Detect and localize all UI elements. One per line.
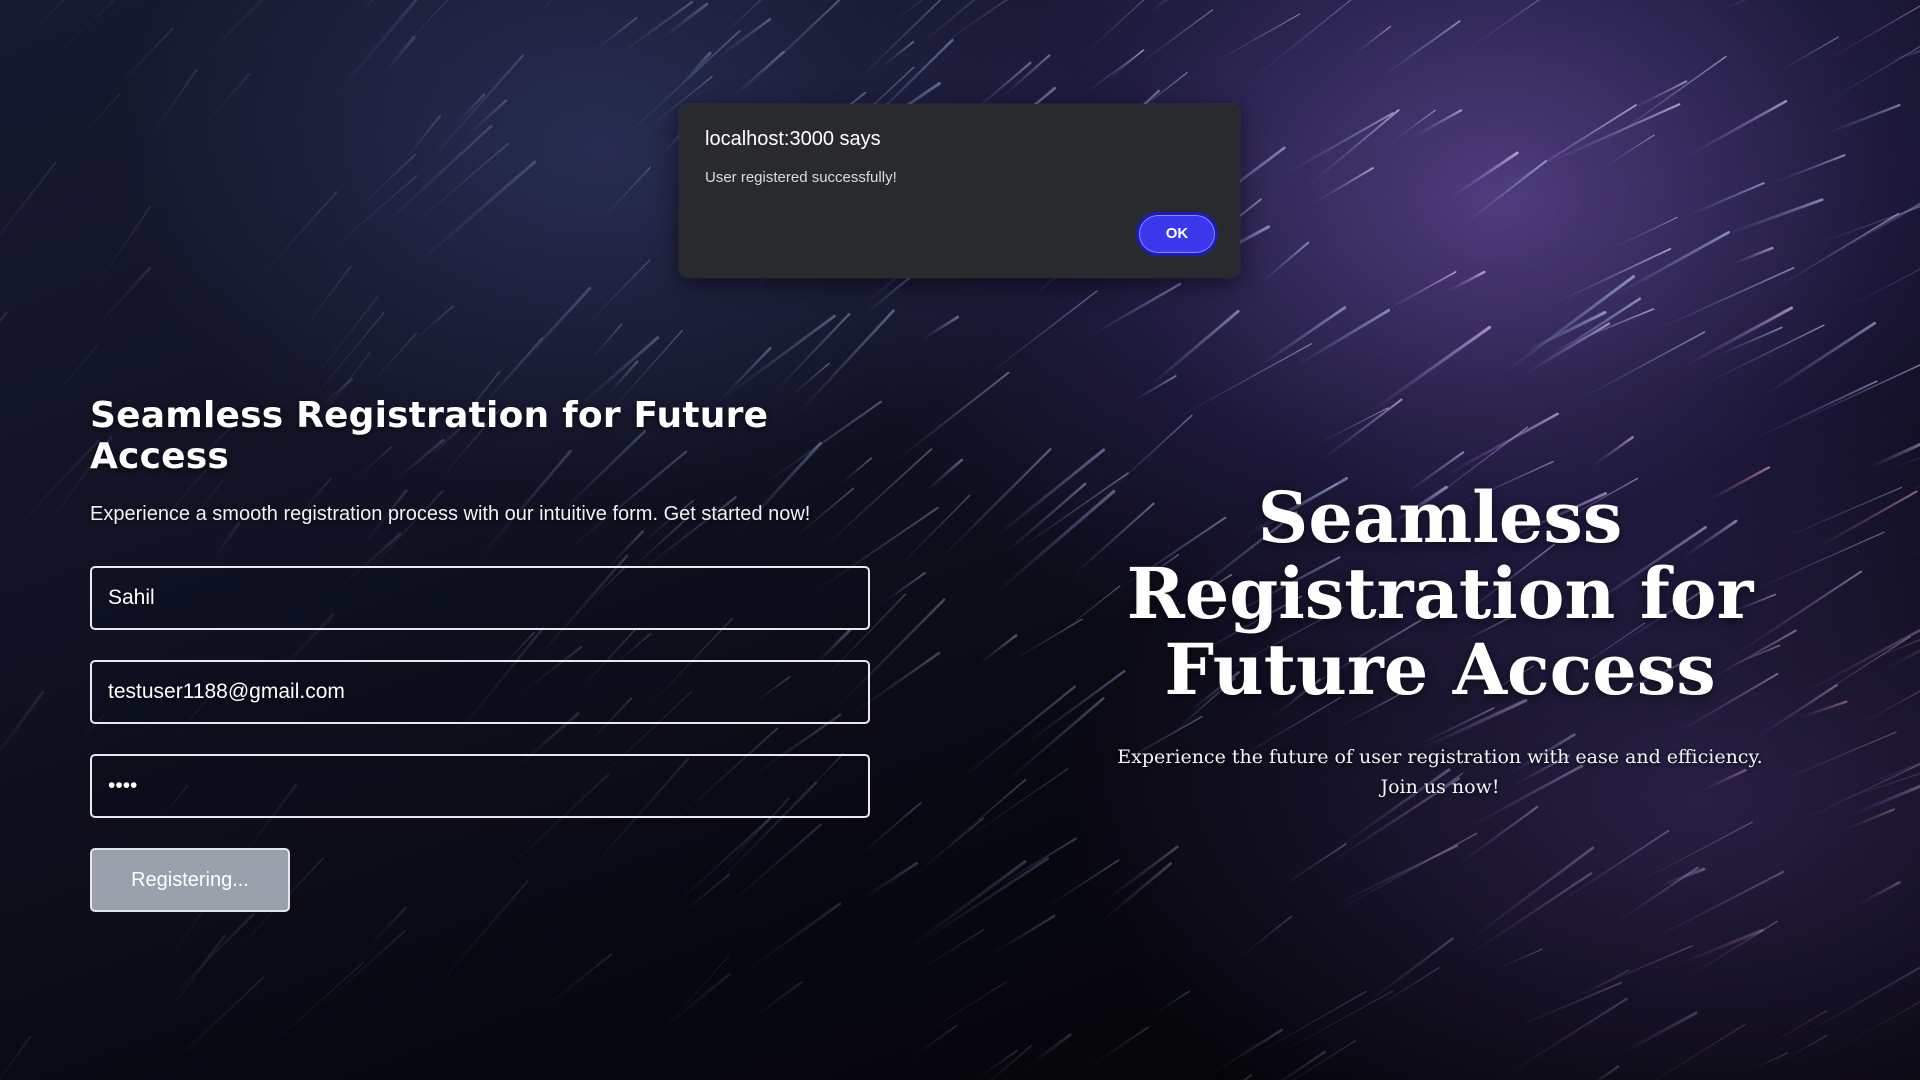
name-field[interactable]: Sahil: [90, 566, 870, 630]
dialog-message: User registered successfully!: [705, 169, 897, 186]
registration-form: Seamless Registration for Future Access …: [90, 395, 880, 912]
dialog-origin: localhost:3000 says: [705, 128, 881, 150]
password-field[interactable]: ••••: [90, 754, 870, 818]
email-field[interactable]: testuser1188@gmail.com: [90, 660, 870, 724]
form-subtitle: Experience a smooth registration process…: [90, 503, 811, 525]
page-background: Seamless Registration for Future Access …: [0, 0, 1920, 1080]
hero-section: Seamless Registration for Future Access …: [1110, 480, 1770, 802]
hero-title: Seamless Registration for Future Access: [1126, 476, 1754, 711]
hero-subtitle: Experience the future of user registrati…: [1117, 746, 1763, 798]
form-title: Seamless Registration for Future Access: [90, 395, 769, 477]
ok-button[interactable]: OK: [1136, 212, 1218, 256]
alert-dialog: localhost:3000 says User registered succ…: [679, 104, 1240, 278]
register-button[interactable]: Registering...: [90, 848, 290, 912]
